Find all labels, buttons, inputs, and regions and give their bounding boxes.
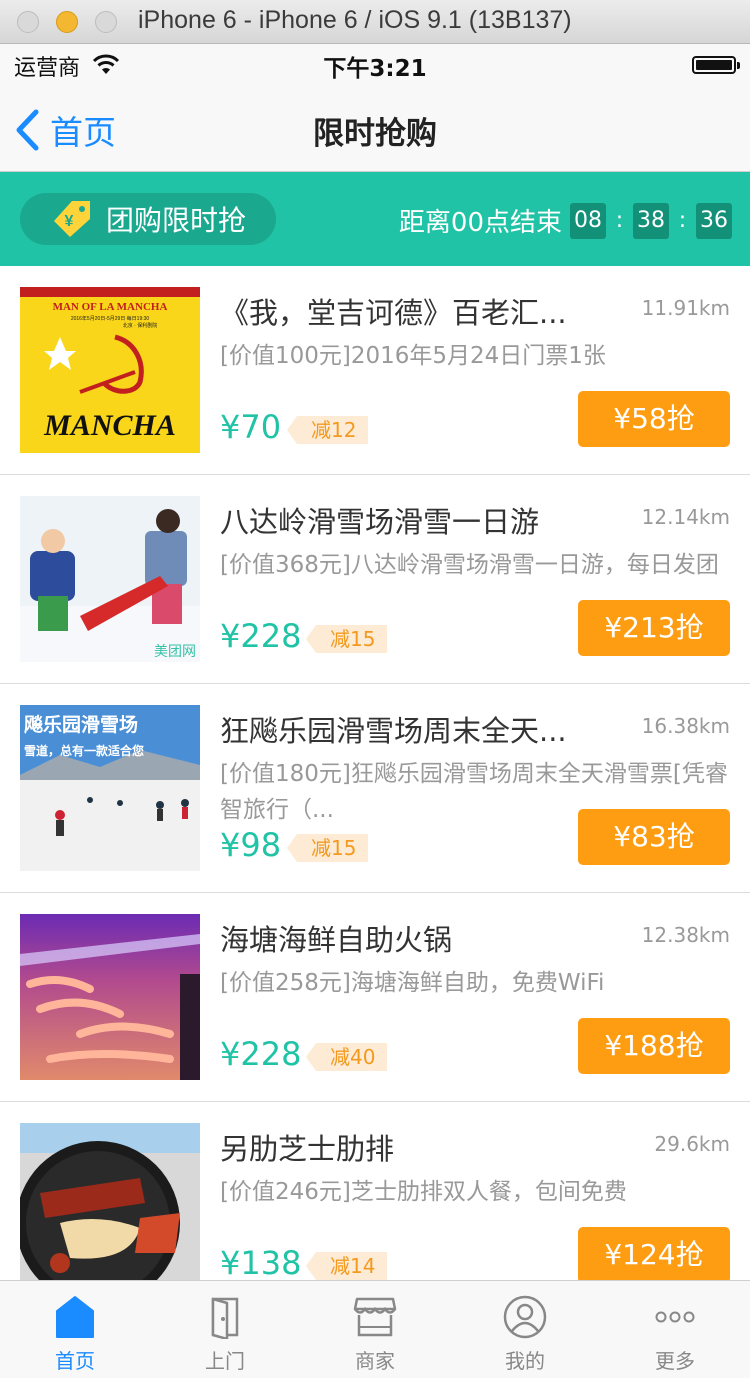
countdown: 距离00点结束 08 : 38 : 36 <box>399 202 732 239</box>
deal-distance: 16.38km <box>641 714 730 738</box>
shop-icon <box>353 1297 397 1337</box>
battery-icon <box>692 56 740 74</box>
deal-price: ¥138 <box>220 1244 302 1280</box>
countdown-label: 距离00点结束 <box>398 208 562 238</box>
user-icon <box>503 1295 547 1339</box>
deal-title: 《我，堂吉诃德》百老汇... <box>220 296 567 330</box>
deal-image-ski-trip: 美团网 <box>20 496 200 662</box>
poster-title: MAN OF LA MANCHA <box>53 301 168 313</box>
tab-label: 更多 <box>655 1349 695 1373</box>
deal-price: ¥228 <box>220 1035 302 1073</box>
image-watermark: 美团网 <box>154 644 196 660</box>
tab-bar: 首页 上门 商家 我的 更多 <box>0 1280 750 1378</box>
tab-more[interactable]: 更多 <box>600 1281 750 1378</box>
buy-now-button[interactable]: ¥83抢 <box>578 809 730 865</box>
deal-price: ¥70 <box>220 408 282 446</box>
deal-price: ¥228 <box>220 617 302 655</box>
buy-now-button[interactable]: ¥124抢 <box>578 1227 730 1280</box>
tab-label: 首页 <box>55 1349 95 1373</box>
home-icon <box>56 1296 94 1338</box>
flash-sale-label: 团购限时抢 <box>106 204 247 237</box>
deal-image-ski-resort: 飚乐园滑雪场 雪道，总有一款适合您 <box>20 705 200 871</box>
deal-image-seafood <box>20 914 200 1080</box>
deal-description: [价值100元]2016年5月24日门票1张 <box>220 343 606 369</box>
status-time: 下午3:21 <box>323 56 427 82</box>
window-zoom-button[interactable] <box>95 11 117 33</box>
countdown-hours: 08 <box>570 202 606 239</box>
flash-sale-pill[interactable]: ¥ 团购限时抢 <box>20 193 276 245</box>
discount-badge: 减15 <box>306 625 388 653</box>
deal-distance: 29.6km <box>654 1132 730 1156</box>
more-icon <box>655 1311 695 1323</box>
deal-list[interactable]: MAN OF LA MANCHA 2016年5月20日-5月29日 每日19:3… <box>0 266 750 1280</box>
deal-image-ribs <box>20 1123 200 1280</box>
deal-row[interactable]: 飚乐园滑雪场 雪道，总有一款适合您 狂飚乐园滑雪场周末全天... 16.38km… <box>0 684 750 893</box>
deal-description: [价值368元]八达岭滑雪场滑雪一日游，每日发团 <box>220 552 719 578</box>
tab-label: 我的 <box>505 1349 545 1373</box>
navigation-bar: 首页 限时抢购 <box>0 86 750 172</box>
tab-label: 商家 <box>355 1349 395 1373</box>
deal-row[interactable]: 海塘海鲜自助火锅 12.38km [价值258元]海塘海鲜自助，免费WiFi ¥… <box>0 893 750 1102</box>
flash-sale-banner: ¥ 团购限时抢 距离00点结束 08 : 38 : 36 <box>0 172 750 266</box>
buy-now-button[interactable]: ¥188抢 <box>578 1018 730 1074</box>
discount-badge: 减14 <box>306 1252 388 1280</box>
discount-badge: 减12 <box>287 416 369 444</box>
deal-distance: 12.38km <box>641 923 730 947</box>
svg-text:¥: ¥ <box>65 213 74 230</box>
image-subheadline: 雪道，总有一款适合您 <box>24 743 144 758</box>
deal-price: ¥98 <box>220 826 282 864</box>
deal-title: 另肋芝士肋排 <box>220 1132 395 1166</box>
buy-now-button[interactable]: ¥213抢 <box>578 600 730 656</box>
discount-badge: 减40 <box>306 1043 388 1071</box>
window-minimize-button[interactable] <box>56 11 78 33</box>
tab-onsite[interactable]: 上门 <box>150 1281 300 1378</box>
deal-title: 海塘海鲜自助火锅 <box>220 923 453 957</box>
simulator-title-bar: iPhone 6 - iPhone 6 / iOS 9.1 (13B137) <box>0 0 750 44</box>
deal-distance: 11.91km <box>641 296 730 320</box>
deal-row[interactable]: MAN OF LA MANCHA 2016年5月20日-5月29日 每日19:3… <box>0 266 750 475</box>
deal-distance: 12.14km <box>641 505 730 529</box>
deal-description: [价值258元]海塘海鲜自助，免费WiFi <box>220 970 605 996</box>
deal-description: [价值246元]芝士肋排双人餐，包间免费 <box>220 1179 627 1205</box>
tab-label: 上门 <box>205 1349 245 1373</box>
deal-row[interactable]: 美团网 八达岭滑雪场滑雪一日游 12.14km [价值368元]八达岭滑雪场滑雪… <box>0 475 750 684</box>
price-tag-icon: ¥ <box>54 201 90 237</box>
image-headline: 飚乐园滑雪场 <box>24 713 138 736</box>
status-bar: 运营商 下午3:21 <box>0 44 750 86</box>
countdown-separator: : <box>678 208 687 233</box>
tab-home[interactable]: 首页 <box>0 1281 150 1378</box>
countdown-separator: : <box>615 208 624 233</box>
deal-row[interactable]: 另肋芝士肋排 29.6km [价值246元]芝士肋排双人餐，包间免费 ¥138 … <box>0 1102 750 1280</box>
deal-image-man-of-la-mancha: MAN OF LA MANCHA 2016年5月20日-5月29日 每日19:3… <box>20 287 200 453</box>
deal-title: 八达岭滑雪场滑雪一日游 <box>220 505 540 539</box>
discount-badge: 减15 <box>287 834 369 862</box>
tab-merchants[interactable]: 商家 <box>300 1281 450 1378</box>
countdown-seconds: 36 <box>696 202 732 239</box>
tab-mine[interactable]: 我的 <box>450 1281 600 1378</box>
poster-venue: 北京 · 保利剧院 <box>123 322 157 329</box>
countdown-minutes: 38 <box>633 202 669 239</box>
buy-now-button[interactable]: ¥58抢 <box>578 391 730 447</box>
poster-date: 2016年5月20日-5月29日 每日19:30 <box>71 315 150 322</box>
door-icon <box>211 1297 239 1339</box>
page-title: 限时抢购 <box>313 116 437 152</box>
poster-logo: MANCHA <box>43 409 176 442</box>
deal-title: 狂飚乐园滑雪场周末全天... <box>220 714 567 748</box>
window-title: iPhone 6 - iPhone 6 / iOS 9.1 (13B137) <box>138 6 572 34</box>
window-close-button[interactable] <box>17 11 39 33</box>
